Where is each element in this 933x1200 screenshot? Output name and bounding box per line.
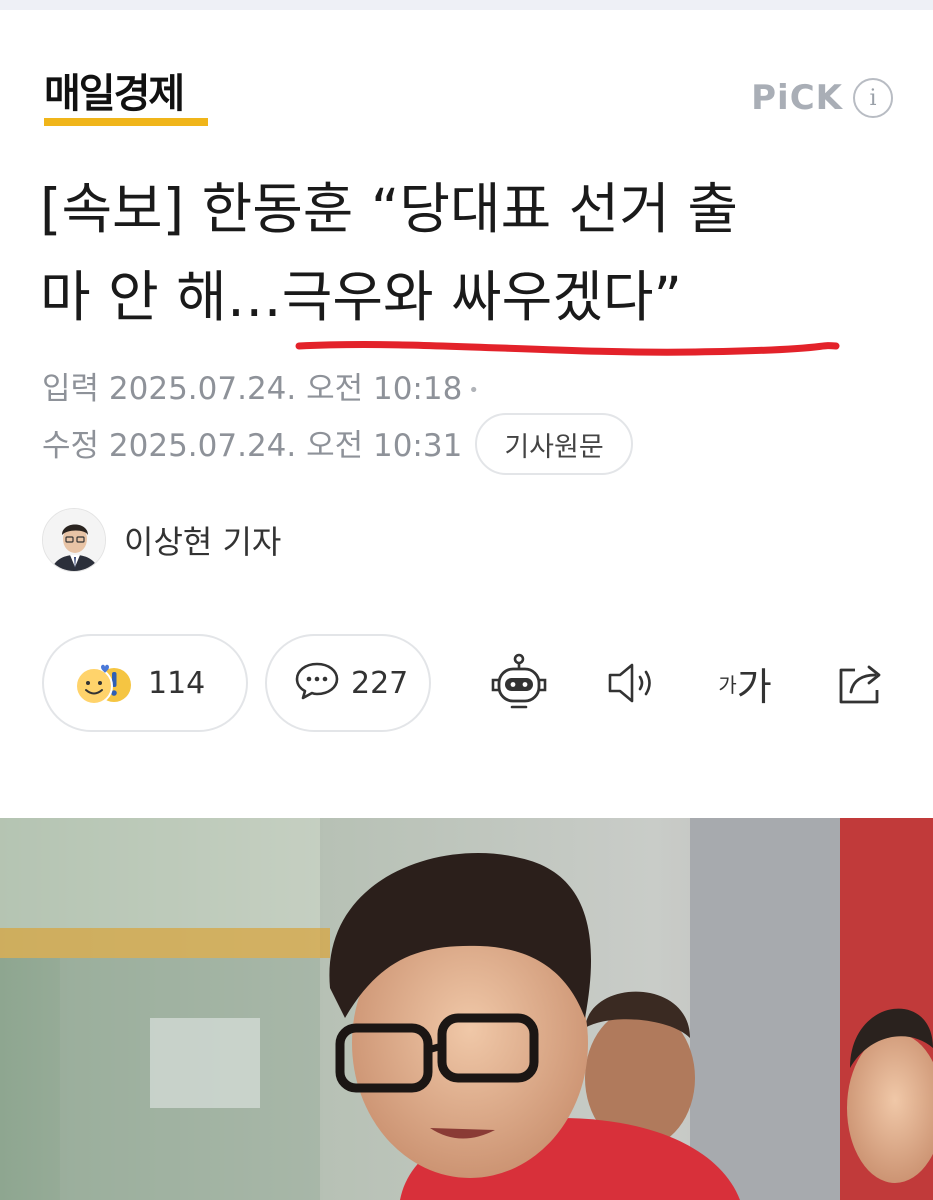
pick-label: PiCK (751, 78, 843, 118)
comment-bubble-icon (293, 660, 341, 706)
press-name: 매일경제 (44, 71, 185, 117)
published-text: 입력 2025.07.24. 오전 10:18 (42, 371, 463, 407)
info-icon[interactable]: i (853, 78, 893, 118)
reporter-name: 이상현 기자 (124, 523, 282, 561)
red-underline-annotation (295, 341, 840, 356)
press-logo[interactable]: 매일경제 (44, 66, 208, 130)
separator-dot: • (468, 380, 479, 401)
reaction-button[interactable]: 114 (42, 634, 248, 732)
speaker-icon[interactable] (600, 648, 666, 718)
reaction-count: 114 (148, 665, 206, 701)
modified-date: 수정 2025.07.24. 오전 10:31 (42, 428, 463, 464)
comment-button[interactable]: 227 (265, 634, 431, 732)
headline-line-2: 마 안 해…극우와 싸우겠다” (40, 265, 682, 329)
reporter-avatar (42, 508, 106, 572)
article-headline: [속보] 한동훈 “당대표 선거 출 마 안 해…극우와 싸우겠다” (40, 165, 900, 341)
top-status-strip (0, 0, 933, 10)
comment-count: 227 (351, 665, 409, 701)
headline-line-1: [속보] 한동훈 “당대표 선거 출 (40, 177, 738, 241)
font-big-glyph: 가 (736, 664, 772, 709)
share-icon[interactable] (828, 648, 894, 718)
published-date: 입력 2025.07.24. 오전 10:18 • (42, 363, 479, 408)
article-photo (0, 818, 933, 1200)
reporter[interactable]: 이상현 기자 (42, 508, 281, 572)
font-small-glyph: 가 (718, 672, 737, 697)
pick-badge[interactable]: PiCK i (751, 78, 893, 118)
original-article-button[interactable]: 기사원문 (475, 413, 633, 475)
font-size-icon[interactable]: 가가 (710, 648, 780, 718)
robot-summary-icon[interactable] (486, 648, 552, 718)
reaction-emoji-icon (70, 659, 134, 707)
